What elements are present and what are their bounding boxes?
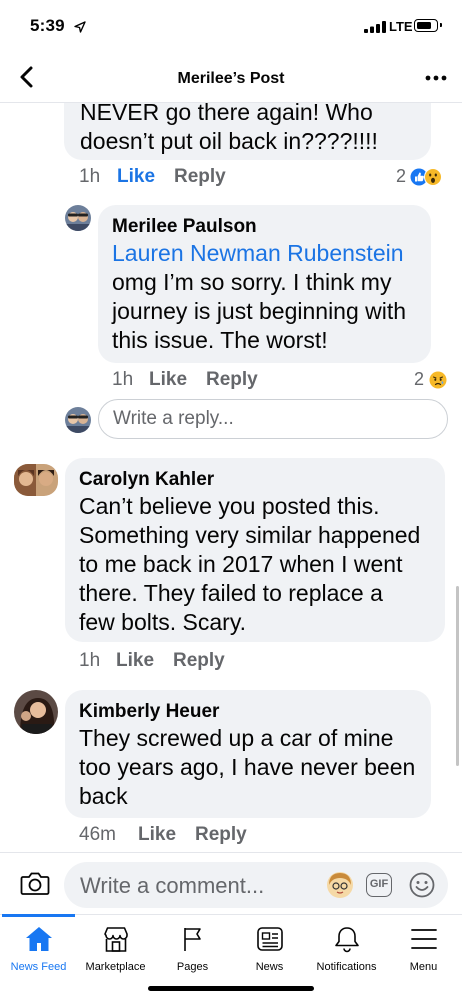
active-tab-indicator	[2, 914, 75, 917]
wow-reaction-icon	[424, 168, 442, 186]
avatar[interactable]	[14, 464, 58, 496]
signal-icon	[364, 21, 386, 33]
comment-author[interactable]: Kimberly Heuer	[79, 700, 431, 724]
comment-text: doesn’t put oil back in????!!!!	[80, 128, 378, 154]
like-button[interactable]: Like	[149, 369, 187, 391]
reply-button[interactable]: Reply	[195, 824, 247, 846]
comment-actions: 1h Like Reply	[79, 166, 439, 190]
comment-time: 1h	[79, 166, 101, 187]
comments-list: NEVER go there again! Who doesn’t put oi…	[0, 102, 462, 852]
avatar	[65, 407, 91, 433]
status-bar: 5:39 LTE	[0, 0, 462, 54]
like-button[interactable]: Like	[138, 824, 176, 846]
tab-news[interactable]: News	[231, 915, 308, 975]
comment-input-placeholder: Write a comment...	[80, 873, 265, 898]
comment-actions: 1h Like Reply	[79, 650, 379, 674]
comment-composer: Write a comment... GIF	[0, 852, 462, 915]
marketplace-icon	[104, 927, 128, 952]
comment-bubble: Merilee Paulson Lauren Newman Rubenstein…	[98, 205, 431, 363]
comment-actions: 1h Like Reply	[112, 369, 412, 393]
mention-link[interactable]: Lauren Newman Rubenstein	[112, 239, 431, 268]
comment-author[interactable]: Carolyn Kahler	[79, 468, 445, 492]
comment-actions: 46m Like Reply	[79, 824, 379, 848]
reply-button[interactable]: Reply	[206, 369, 258, 391]
bell-icon	[335, 927, 359, 953]
news-icon	[257, 927, 283, 951]
comment-text: They screwed up a car of mine	[79, 725, 394, 751]
reaction-summary[interactable]: 2	[414, 369, 454, 393]
page-title: Merilee’s Post	[177, 70, 285, 87]
emoji-icon[interactable]	[408, 871, 436, 899]
home-icon	[26, 927, 52, 951]
like-button[interactable]: Like	[117, 166, 155, 188]
comment-time: 1h	[112, 369, 134, 390]
avatar[interactable]	[14, 690, 58, 734]
comment-bubble: Kimberly Heuer They screwed up a car of …	[65, 690, 431, 818]
post-header: Merilee’s Post	[0, 54, 462, 103]
reply-input[interactable]: Write a reply...	[98, 399, 448, 439]
tab-marketplace[interactable]: Marketplace	[77, 915, 154, 975]
menu-icon	[411, 929, 437, 949]
sad-reaction-icon	[429, 371, 447, 389]
tab-notifications[interactable]: Notifications	[308, 915, 385, 975]
tab-news-feed[interactable]: News Feed	[0, 914, 77, 975]
reply-button[interactable]: Reply	[173, 650, 225, 672]
reaction-count: 2	[396, 166, 407, 186]
tab-label: Menu	[409, 961, 438, 973]
flag-icon	[184, 928, 201, 951]
comment-text: there. They failed to replace a	[79, 580, 383, 606]
comment-text: NEVER go there again! Who	[80, 102, 373, 125]
comment-bubble: NEVER go there again! Who doesn’t put oi…	[64, 102, 431, 160]
comment-text: this issue. The worst!	[112, 327, 328, 353]
comment-text: omg I’m so sorry. I think my	[112, 269, 392, 295]
comment-text: Something very similar happened	[79, 522, 421, 548]
tab-menu[interactable]: Menu	[385, 915, 462, 975]
comment-time: 46m	[79, 824, 116, 845]
carrier-label: LTE	[389, 19, 413, 34]
reaction-summary[interactable]: 2	[396, 166, 452, 190]
comment-text: to me back in 2017 when I went	[79, 551, 403, 577]
comment-text: journey is just beginning with	[112, 298, 407, 324]
comment-author[interactable]: Merilee Paulson	[112, 215, 431, 239]
reply-button[interactable]: Reply	[174, 166, 226, 188]
comment-text: back	[79, 783, 128, 809]
comment-bubble: Carolyn Kahler Can’t believe you posted …	[65, 458, 445, 642]
comment-input[interactable]: Write a comment... GIF	[64, 862, 448, 908]
comment-time: 1h	[79, 650, 101, 671]
comment-text: few bolts. Scary.	[79, 609, 247, 635]
camera-icon[interactable]	[20, 870, 50, 896]
status-time: 5:39	[30, 16, 65, 35]
like-button[interactable]: Like	[116, 650, 154, 672]
home-indicator	[148, 986, 314, 991]
tab-pages[interactable]: Pages	[154, 915, 231, 975]
scroll-indicator	[456, 586, 459, 766]
comment-text: too years ago, I have never been	[79, 754, 416, 780]
battery-icon	[414, 19, 442, 32]
avatar[interactable]	[65, 205, 91, 231]
reaction-count: 2	[414, 369, 425, 389]
more-options-icon[interactable]	[424, 67, 448, 89]
avatar-sticker-icon[interactable]	[326, 871, 354, 899]
gif-button[interactable]: GIF	[366, 873, 392, 897]
comment-text: Can’t believe you posted this.	[79, 493, 380, 519]
location-arrow-icon	[74, 21, 86, 33]
